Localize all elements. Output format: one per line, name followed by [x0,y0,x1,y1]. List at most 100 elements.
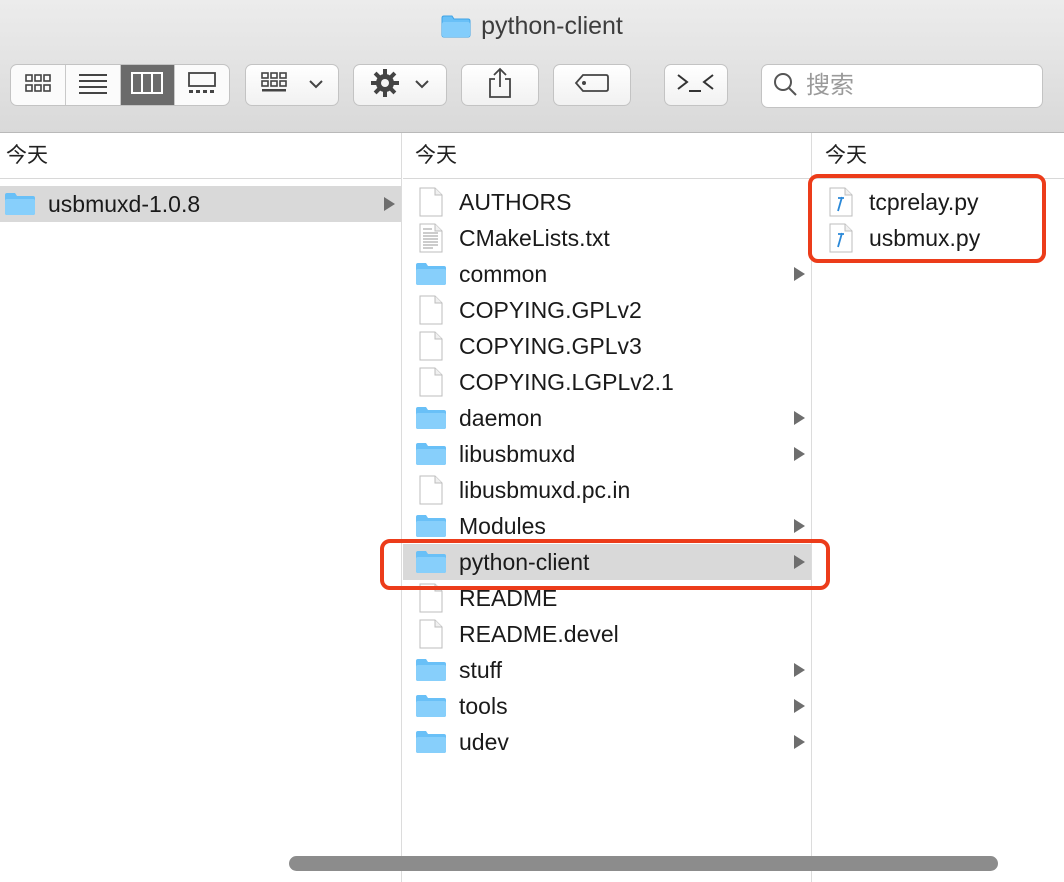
chevron-down-icon [414,76,430,94]
document-icon [415,582,447,614]
action-button[interactable] [353,64,447,106]
document-icon [415,618,447,650]
terminal-icon [675,71,717,100]
group-grid-icon [260,71,290,99]
list-item[interactable]: common [403,256,811,292]
item-label: tcprelay.py [869,188,979,215]
list-item[interactable]: python-client [403,544,811,580]
window-title: python-client [0,12,1064,45]
document-icon [415,186,447,218]
disclosure-arrow-icon [794,519,805,533]
list-icon [78,72,108,99]
document-icon [415,474,447,506]
document-icon [415,294,447,326]
item-label: README.devel [459,620,619,647]
group-button[interactable] [245,64,339,106]
view-mode-control[interactable] [10,64,230,106]
list-item[interactable]: tcprelay.py [813,184,1064,220]
folder-icon [415,402,447,434]
list-item[interactable]: libusbmuxd [403,436,811,472]
folder-icon [4,188,36,220]
list-item[interactable]: daemon [403,400,811,436]
column-2: 今天 AUTHORS CMakeLists.txt common COPYING… [403,133,812,882]
item-label: stuff [459,656,503,683]
column-3-list: tcprelay.py usbmux.py [813,179,1064,256]
item-label: libusbmuxd [459,440,576,467]
column-header: 今天 [0,133,401,179]
share-button[interactable] [461,64,539,106]
folder-icon [441,14,471,45]
column-1: 今天 usbmuxd-1.0.8 [0,133,402,882]
folder-icon [415,438,447,470]
item-label: python-client [459,548,590,575]
folder-icon [415,546,447,578]
folder-icon [415,654,447,686]
list-item[interactable]: stuff [403,652,811,688]
disclosure-arrow-icon [794,411,805,425]
folder-icon [415,510,447,542]
text-document-icon [415,222,447,254]
horizontal-scrollbar[interactable] [289,856,998,871]
list-item[interactable]: README.devel [403,616,811,652]
chevron-down-icon [308,76,324,94]
gear-icon [370,68,400,103]
list-item[interactable]: usbmux.py [813,220,1064,256]
disclosure-arrow-icon [384,197,395,211]
list-item[interactable]: README [403,580,811,616]
search-field[interactable] [761,64,1043,108]
list-item[interactable]: COPYING.LGPLv2.1 [403,364,811,400]
folder-icon [415,258,447,290]
share-icon [487,67,513,104]
column-3: 今天 tcprelay.py usbmux.py [813,133,1064,882]
gallery-icon [187,71,217,99]
search-input[interactable] [804,71,1028,101]
folder-icon [415,690,447,722]
list-item[interactable]: COPYING.GPLv2 [403,292,811,328]
list-view-button[interactable] [66,65,121,105]
columns-icon [131,71,164,99]
item-label: AUTHORS [459,188,572,215]
disclosure-arrow-icon [794,267,805,281]
folder-icon [415,726,447,758]
search-icon [772,71,798,102]
list-item[interactable]: AUTHORS [403,184,811,220]
python-file-icon [825,186,857,218]
item-label: daemon [459,404,543,431]
tag-button[interactable] [553,64,631,106]
tag-icon [574,73,610,98]
window-title-text: python-client [481,12,623,40]
column-header: 今天 [813,133,1064,179]
gallery-view-button[interactable] [175,65,229,105]
python-file-icon [825,222,857,254]
item-label: tools [459,692,508,719]
grid-icon [24,73,52,98]
item-label: COPYING.GPLv3 [459,332,642,359]
disclosure-arrow-icon [794,555,805,569]
list-item[interactable]: CMakeLists.txt [403,220,811,256]
item-label: common [459,260,548,287]
item-label: CMakeLists.txt [459,224,610,251]
toolbar: python-client [0,0,1064,133]
disclosure-arrow-icon [794,663,805,677]
terminal-button[interactable] [664,64,728,106]
list-item[interactable]: Modules [403,508,811,544]
list-item[interactable]: usbmuxd-1.0.8 [0,186,401,222]
item-label: COPYING.GPLv2 [459,296,642,323]
column-view-button[interactable] [120,65,176,105]
list-item[interactable]: COPYING.GPLv3 [403,328,811,364]
disclosure-arrow-icon [794,735,805,749]
list-item[interactable]: tools [403,688,811,724]
disclosure-arrow-icon [794,699,805,713]
disclosure-arrow-icon [794,447,805,461]
item-label: Modules [459,512,546,539]
item-label: README [459,584,558,611]
column-1-list: usbmuxd-1.0.8 [0,179,401,222]
document-icon [415,330,447,362]
finder-window: python-client 搜索 今天 usbmuxd-1.0.8 今天 AUT… [0,0,1064,882]
item-label: usbmux.py [869,224,981,251]
icon-view-button[interactable] [11,65,66,105]
list-item[interactable]: libusbmuxd.pc.in [403,472,811,508]
list-item[interactable]: udev [403,724,811,760]
item-label: udev [459,728,509,755]
item-label: COPYING.LGPLv2.1 [459,368,674,395]
